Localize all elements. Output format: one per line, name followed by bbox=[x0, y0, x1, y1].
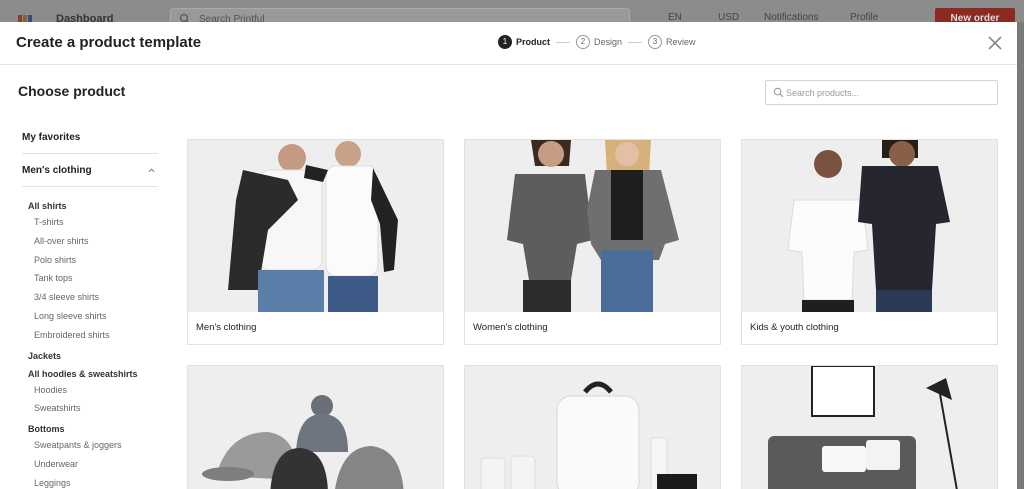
modal-header: Create a product template 1 Product 2 De… bbox=[0, 22, 1017, 65]
sidebar-item-underwear[interactable]: Underwear bbox=[34, 455, 158, 474]
sidebar-item-sweatshirts[interactable]: Sweatshirts bbox=[34, 399, 158, 418]
sidebar-item-favorites[interactable]: My favorites bbox=[22, 130, 158, 154]
sidebar-group-hoodies: All hoodies & sweatshirts Hoodies Sweats… bbox=[22, 368, 158, 419]
search-icon bbox=[773, 87, 784, 98]
step-number: 3 bbox=[648, 35, 663, 49]
notifications-link[interactable]: Notifications bbox=[764, 12, 818, 22]
user-menu[interactable]: Profile bbox=[850, 12, 878, 22]
app-title[interactable]: Dashboard bbox=[56, 13, 113, 22]
step-review[interactable]: 3 Review bbox=[648, 35, 696, 49]
section-title: Choose product bbox=[18, 83, 126, 99]
sidebar-group-bottoms: Bottoms Sweatpants & joggers Underwear L… bbox=[22, 423, 158, 489]
product-image bbox=[742, 140, 997, 312]
progress-stepper: 1 Product 2 Design 3 Review bbox=[498, 35, 696, 49]
sidebar-item-long-sleeve[interactable]: Long sleeve shirts bbox=[34, 307, 158, 326]
sidebar-group-heading[interactable]: Bottoms bbox=[28, 423, 158, 436]
search-icon bbox=[179, 13, 189, 22]
sidebar-group-heading[interactable]: Jackets bbox=[28, 350, 158, 363]
step-number: 1 bbox=[498, 35, 512, 49]
product-card-hats[interactable] bbox=[187, 365, 444, 489]
app-logo[interactable] bbox=[18, 12, 34, 22]
close-icon[interactable] bbox=[986, 34, 1004, 52]
modal-title: Create a product template bbox=[16, 34, 202, 51]
new-order-button[interactable]: New order bbox=[935, 8, 1015, 22]
search-input[interactable] bbox=[786, 83, 991, 102]
product-image bbox=[465, 140, 720, 312]
step-label: Review bbox=[666, 37, 696, 47]
sidebar-item-hoodies[interactable]: Hoodies bbox=[34, 381, 158, 400]
sidebar-item-t-shirts[interactable]: T-shirts bbox=[34, 213, 158, 232]
step-number: 2 bbox=[576, 35, 591, 49]
sidebar-category-mens-clothing[interactable]: Men's clothing bbox=[22, 163, 158, 187]
currency-selector[interactable]: USD bbox=[718, 12, 739, 22]
product-image bbox=[742, 366, 997, 489]
app-search-input[interactable]: Search Printful bbox=[170, 8, 630, 22]
sidebar-item-tank-tops[interactable]: Tank tops bbox=[34, 269, 158, 288]
category-sidebar: My favorites Men's clothing All shirts T… bbox=[22, 130, 158, 489]
sidebar-item-three-quarter-sleeve[interactable]: 3/4 sleeve shirts bbox=[34, 288, 158, 307]
product-card-mens-clothing[interactable]: Men's clothing bbox=[187, 139, 444, 345]
product-search[interactable] bbox=[765, 80, 998, 105]
product-card-kids-youth-clothing[interactable]: Kids & youth clothing bbox=[741, 139, 998, 345]
sidebar-group-heading[interactable]: All shirts bbox=[28, 200, 158, 213]
step-divider bbox=[628, 41, 643, 43]
step-label: Product bbox=[516, 37, 551, 47]
create-template-modal: Create a product template 1 Product 2 De… bbox=[0, 22, 1017, 489]
step-design[interactable]: 2 Design bbox=[576, 35, 622, 49]
sidebar-item-sweatpants[interactable]: Sweatpants & joggers bbox=[34, 436, 158, 455]
product-image bbox=[465, 366, 720, 489]
sidebar-group-jackets: Jackets bbox=[22, 350, 158, 363]
product-card-womens-clothing[interactable]: Women's clothing bbox=[464, 139, 721, 345]
step-divider bbox=[556, 41, 571, 43]
app-top-bar: Dashboard Search Printful EN USD Notific… bbox=[0, 0, 1024, 22]
sidebar-item-label: My favorites bbox=[22, 132, 81, 143]
product-card-label: Men's clothing bbox=[196, 322, 257, 333]
product-image bbox=[188, 366, 443, 489]
language-selector[interactable]: EN bbox=[668, 12, 682, 22]
sidebar-item-leggings[interactable]: Leggings bbox=[34, 474, 158, 489]
product-card-label: Women's clothing bbox=[473, 322, 548, 333]
sidebar-group-all-shirts: All shirts T-shirts All-over shirts Polo… bbox=[22, 200, 158, 345]
step-label: Design bbox=[594, 37, 623, 47]
sidebar-item-all-over-shirts[interactable]: All-over shirts bbox=[34, 232, 158, 251]
product-image bbox=[188, 140, 443, 312]
chevron-up-icon[interactable] bbox=[147, 166, 156, 175]
product-card-accessories[interactable] bbox=[464, 365, 721, 489]
sidebar-item-embroidered-shirts[interactable]: Embroidered shirts bbox=[34, 326, 158, 345]
step-product[interactable]: 1 Product bbox=[498, 35, 550, 49]
sidebar-item-label: Men's clothing bbox=[22, 165, 92, 176]
sidebar-group-heading[interactable]: All hoodies & sweatshirts bbox=[28, 368, 158, 381]
sidebar-item-polo-shirts[interactable]: Polo shirts bbox=[34, 251, 158, 270]
app-search-placeholder: Search Printful bbox=[199, 14, 265, 22]
product-card-home-living[interactable] bbox=[741, 365, 998, 489]
product-card-label: Kids & youth clothing bbox=[750, 322, 839, 333]
